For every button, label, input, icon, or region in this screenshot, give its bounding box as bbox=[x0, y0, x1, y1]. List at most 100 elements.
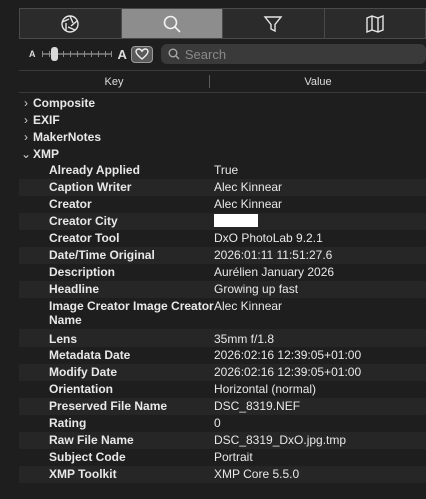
row-value: DSC_8319_DxO.jpg.tmp bbox=[214, 433, 347, 447]
row-key: XMP Toolkit bbox=[49, 467, 117, 481]
group-label: MakerNotes bbox=[33, 129, 102, 144]
row-key: Caption Writer bbox=[49, 180, 132, 194]
search-icon bbox=[163, 15, 181, 33]
column-header-value[interactable]: Value bbox=[210, 76, 426, 88]
row-key: Lens bbox=[49, 332, 78, 346]
slider-tick bbox=[83, 51, 85, 57]
text-size-large-label: A bbox=[117, 46, 127, 62]
search-box[interactable] bbox=[160, 44, 426, 64]
slider-tick bbox=[69, 51, 71, 57]
row-key: Description bbox=[49, 265, 116, 279]
heart-icon bbox=[135, 48, 149, 60]
row-key: Rating bbox=[49, 416, 87, 430]
text-size-slider[interactable] bbox=[41, 47, 112, 61]
table-row[interactable]: Description Aurélien January 2026 bbox=[19, 264, 426, 281]
row-key: Preserved File Name bbox=[49, 399, 168, 413]
table-row[interactable]: Creator Tool DxO PhotoLab 9.2.1 bbox=[19, 230, 426, 247]
row-key: Metadata Date bbox=[49, 348, 131, 362]
row-value: Aurélien January 2026 bbox=[214, 265, 335, 279]
group-exif[interactable]: › EXIF bbox=[19, 111, 426, 128]
row-value: Horizontal (normal) bbox=[214, 382, 317, 396]
tab-map[interactable] bbox=[325, 9, 426, 38]
row-key: Raw File Name bbox=[49, 433, 134, 447]
row-value: Alec Kinnear bbox=[214, 180, 283, 194]
row-value: True bbox=[214, 163, 239, 177]
table-row[interactable]: XMP Toolkit XMP Core 5.5.0 bbox=[19, 466, 426, 483]
row-value: 2026:02:16 12:39:05+01:00 bbox=[214, 348, 362, 362]
table-row[interactable]: Headline Growing up fast bbox=[19, 281, 426, 298]
search-icon bbox=[168, 48, 180, 60]
row-key: Modify Date bbox=[49, 365, 118, 379]
row-key: Orientation bbox=[49, 382, 114, 396]
map-icon bbox=[366, 14, 384, 33]
redacted-value-box bbox=[214, 214, 258, 227]
row-value: 2026:02:16 12:39:05+01:00 bbox=[214, 365, 362, 379]
row-value: DxO PhotoLab 9.2.1 bbox=[214, 231, 323, 245]
slider-tick bbox=[104, 51, 106, 57]
row-value: 2026:01:11 11:51:27.6 bbox=[214, 248, 333, 262]
metadata-table: › Composite › EXIF › MakerNotes ⌄ XMP Al… bbox=[19, 94, 426, 483]
table-row[interactable]: Lens 35mm f/1.8 bbox=[19, 329, 426, 347]
column-header-key[interactable]: Key bbox=[19, 76, 209, 88]
slider-tick bbox=[97, 51, 99, 57]
tab-exposure[interactable] bbox=[20, 9, 122, 38]
table-row[interactable]: Orientation Horizontal (normal) bbox=[19, 381, 426, 398]
table-header: Key Value bbox=[19, 70, 426, 93]
table-row[interactable]: Preserved File Name DSC_8319.NEF bbox=[19, 398, 426, 415]
tab-metadata-search[interactable] bbox=[121, 9, 223, 38]
table-row[interactable]: Raw File Name DSC_8319_DxO.jpg.tmp bbox=[19, 432, 426, 449]
table-row[interactable]: Caption Writer Alec Kinnear bbox=[19, 179, 426, 196]
chevron-right-icon[interactable]: › bbox=[19, 113, 33, 127]
group-composite[interactable]: › Composite bbox=[19, 94, 426, 111]
filter-icon bbox=[263, 15, 283, 32]
slider-tick bbox=[110, 51, 112, 57]
table-row[interactable]: Modify Date 2026:02:16 12:39:05+01:00 bbox=[19, 364, 426, 381]
inspector-tab-bar bbox=[19, 8, 426, 39]
slider-knob[interactable] bbox=[50, 47, 58, 61]
tab-filter[interactable] bbox=[223, 9, 325, 38]
row-key: Creator Tool bbox=[49, 231, 120, 245]
row-value: Alec Kinnear bbox=[214, 299, 283, 313]
row-key: Already Applied bbox=[49, 163, 140, 177]
row-key: Creator bbox=[49, 197, 92, 211]
chevron-right-icon[interactable]: › bbox=[19, 130, 33, 144]
row-key: Subject Code bbox=[49, 450, 126, 464]
filter-row: A A bbox=[19, 40, 426, 68]
chevron-down-icon[interactable]: ⌄ bbox=[19, 147, 33, 161]
chevron-right-icon[interactable]: › bbox=[19, 96, 33, 110]
slider-tick bbox=[62, 51, 64, 57]
row-value: Growing up fast bbox=[214, 282, 299, 296]
slider-tick bbox=[76, 51, 78, 57]
table-row[interactable]: Image Creator Image Creator Name Alec Ki… bbox=[19, 298, 426, 329]
table-row[interactable]: Rating 0 bbox=[19, 415, 426, 432]
row-value bbox=[214, 213, 426, 228]
text-size-small-label: A bbox=[29, 49, 36, 59]
table-row[interactable]: Creator City bbox=[19, 213, 426, 230]
table-row[interactable]: Creator Alec Kinnear bbox=[19, 196, 426, 213]
row-value: Alec Kinnear bbox=[214, 197, 283, 211]
slider-tick bbox=[41, 51, 43, 57]
row-value: DSC_8319.NEF bbox=[214, 399, 301, 413]
table-row[interactable]: Metadata Date 2026:02:16 12:39:05+01:00 bbox=[19, 347, 426, 364]
table-row[interactable]: Date/Time Original 2026:01:11 11:51:27.6 bbox=[19, 247, 426, 264]
row-value: XMP Core 5.5.0 bbox=[214, 467, 300, 481]
group-label: Composite bbox=[33, 95, 96, 110]
aperture-icon bbox=[61, 14, 79, 33]
row-value: 0 bbox=[214, 416, 221, 430]
slider-tick bbox=[48, 51, 50, 57]
row-key: Image Creator Image Creator Name bbox=[49, 299, 214, 327]
group-label: EXIF bbox=[33, 112, 60, 127]
table-row[interactable]: Already Applied True bbox=[19, 162, 426, 179]
search-input[interactable] bbox=[184, 46, 405, 62]
row-value: 35mm f/1.8 bbox=[214, 332, 275, 346]
group-makernotes[interactable]: › MakerNotes bbox=[19, 128, 426, 145]
group-xmp[interactable]: ⌄ XMP bbox=[19, 145, 426, 162]
row-key: Headline bbox=[49, 282, 100, 296]
table-row[interactable]: Subject Code Portrait bbox=[19, 449, 426, 466]
favorites-toggle-button[interactable] bbox=[130, 45, 153, 63]
row-key: Creator City bbox=[49, 214, 118, 228]
row-value: Portrait bbox=[214, 450, 253, 464]
slider-tick bbox=[90, 51, 92, 57]
row-key: Date/Time Original bbox=[49, 248, 155, 262]
group-label: XMP bbox=[33, 146, 60, 161]
